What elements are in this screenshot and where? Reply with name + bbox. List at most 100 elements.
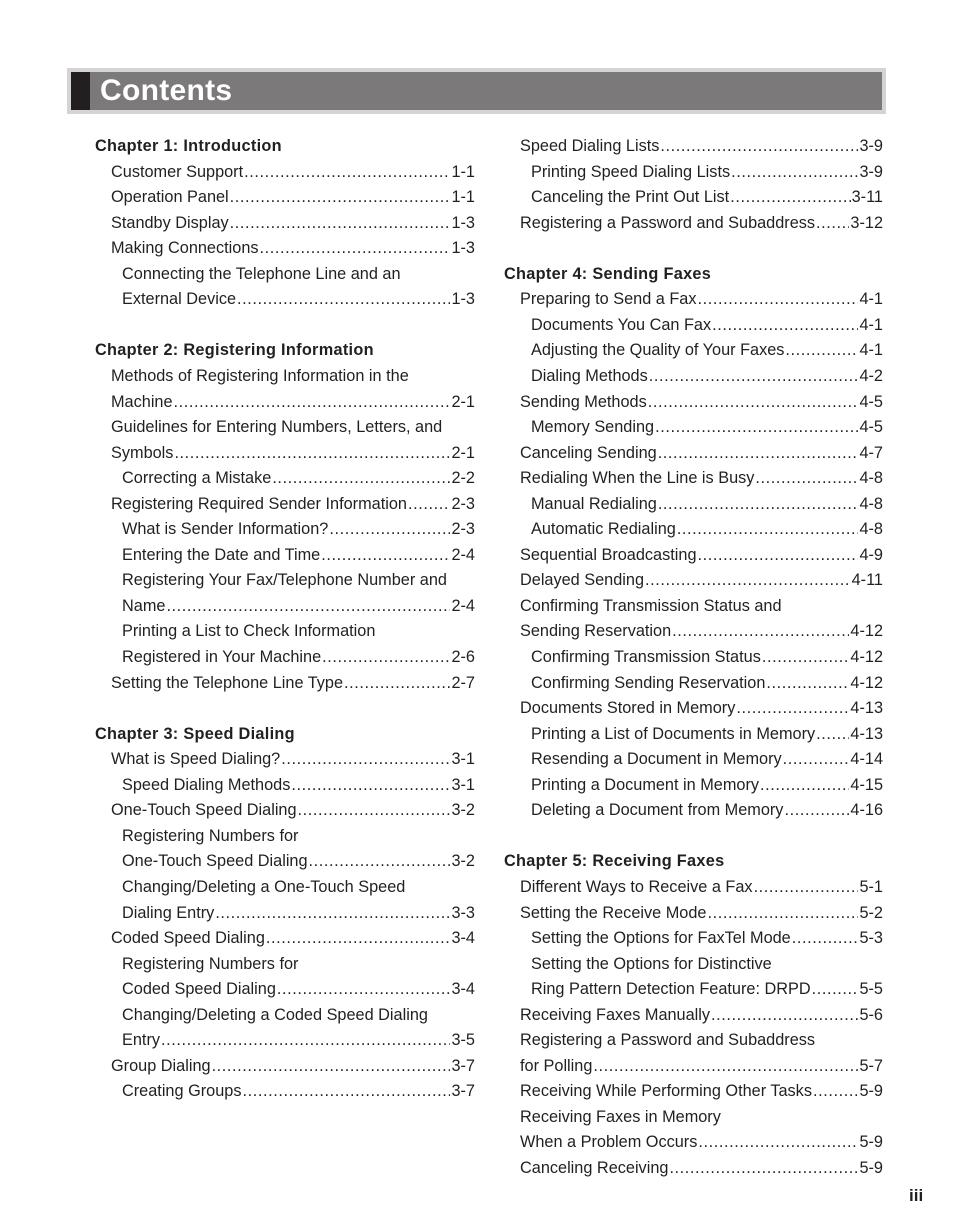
- toc-entry[interactable]: Canceling Sending 4-7: [520, 441, 883, 466]
- toc-entry[interactable]: Printing Speed Dialing Lists 3-9: [531, 160, 883, 185]
- toc-entry[interactable]: One-Touch Speed Dialing 3-2: [122, 849, 475, 874]
- toc-entry[interactable]: Documents You Can Fax 4-1: [531, 313, 883, 338]
- toc-entry[interactable]: for Polling 5-7: [520, 1054, 883, 1079]
- dot-leader: [792, 926, 859, 951]
- toc-page-ref: 5-9: [859, 1133, 883, 1152]
- toc-entry[interactable]: Setting the Telephone Line Type 2-7: [111, 671, 475, 696]
- toc-page-ref: 4-8: [859, 520, 883, 539]
- toc-entry[interactable]: Registering a Password and Subaddress 3-1…: [520, 211, 883, 236]
- toc-entry[interactable]: Canceling Receiving 5-9: [520, 1156, 883, 1181]
- toc-page-ref: 5-6: [859, 1005, 883, 1024]
- toc-entry[interactable]: Redialing When the Line is Busy 4-8: [520, 466, 883, 491]
- toc-entry[interactable]: Entering the Date and Time 2-4: [122, 543, 475, 568]
- toc-entry[interactable]: Setting the Receive Mode 5-2: [520, 901, 883, 926]
- dot-leader: [698, 543, 859, 568]
- toc-entry[interactable]: Confirming Sending Reservation 4-12: [531, 671, 883, 696]
- toc-entry[interactable]: Speed Dialing Lists 3-9: [520, 134, 883, 159]
- toc-entry[interactable]: Resending a Document in Memory 4-14: [531, 747, 883, 772]
- toc-entry-title: Deleting a Document from Memory: [531, 801, 784, 820]
- chapter-heading: Chapter 2: Registering Information: [95, 341, 374, 360]
- banner-accent-block: [71, 72, 90, 110]
- toc-entry[interactable]: Entry 3-5: [122, 1028, 475, 1053]
- toc-entry[interactable]: Receiving Faxes Manually 5-6: [520, 1003, 883, 1028]
- toc-entry[interactable]: Correcting a Mistake 2-2: [122, 466, 475, 491]
- toc-entry[interactable]: Dialing Entry 3-3: [122, 901, 475, 926]
- toc-entry[interactable]: Setting the Options for FaxTel Mode 5-3: [531, 926, 883, 951]
- toc-entry-title: Symbols: [111, 443, 174, 462]
- dot-leader: [655, 415, 858, 440]
- toc-entry[interactable]: Documents Stored in Memory 4-13: [520, 696, 883, 721]
- dot-leader: [660, 134, 858, 159]
- dot-leader: [712, 313, 858, 338]
- chapter-heading: Chapter 5: Receiving Faxes: [504, 852, 725, 871]
- toc-entry-title: Registering Required Sender Information: [111, 494, 407, 513]
- toc-entry[interactable]: Delayed Sending 4-11: [520, 568, 883, 593]
- toc-entry[interactable]: What is Speed Dialing? 3-1: [111, 747, 475, 772]
- toc-page-ref: 5-2: [859, 903, 883, 922]
- dot-leader: [344, 671, 450, 696]
- toc-entry-title: Automatic Redialing: [531, 520, 676, 539]
- toc-entry[interactable]: Dialing Methods 4-2: [531, 364, 883, 389]
- chapter-heading: Chapter 3: Speed Dialing: [95, 724, 295, 743]
- toc-entry[interactable]: Coded Speed Dialing 3-4: [111, 926, 475, 951]
- toc-entry[interactable]: Name 2-4: [122, 594, 475, 619]
- toc-entry[interactable]: Printing a Document in Memory 4-15: [531, 773, 883, 798]
- toc-entry[interactable]: Sending Reservation 4-12: [520, 619, 883, 644]
- toc-entry[interactable]: Automatic Redialing 4-8: [531, 517, 883, 542]
- dot-leader: [298, 798, 451, 823]
- toc-entry[interactable]: When a Problem Occurs 5-9: [520, 1130, 883, 1155]
- toc-entry[interactable]: Deleting a Document from Memory 4-16: [531, 798, 883, 823]
- toc-entry[interactable]: Receiving While Performing Other Tasks 5-…: [520, 1079, 883, 1104]
- toc-page-ref: 4-5: [859, 392, 883, 411]
- toc-entry-title: Manual Redialing: [531, 494, 657, 513]
- toc-entry[interactable]: Adjusting the Quality of Your Faxes 4-1: [531, 338, 883, 363]
- toc-entry[interactable]: Group Dialing 3-7: [111, 1054, 475, 1079]
- toc-entry-title: Different Ways to Receive a Fax: [520, 877, 753, 896]
- toc-entry-title: Sending Methods: [520, 392, 647, 411]
- toc-entry[interactable]: Registered in Your Machine 2-6: [122, 645, 475, 670]
- toc-entry-title: Ring Pattern Detection Feature: DRPD: [531, 980, 811, 999]
- dot-leader: [215, 901, 450, 926]
- toc-page-ref: 1-1: [451, 162, 475, 181]
- toc-entry-title: Name: [122, 596, 166, 615]
- toc-entry[interactable]: Sequential Broadcasting 4-9: [520, 543, 883, 568]
- dot-leader: [648, 390, 859, 415]
- toc-entry[interactable]: Operation Panel 1-1: [111, 185, 475, 210]
- toc-entry[interactable]: What is Sender Information? 2-3: [122, 517, 475, 542]
- dot-leader: [755, 466, 858, 491]
- toc-entry[interactable]: Preparing to Send a Fax 4-1: [520, 287, 883, 312]
- toc-entry[interactable]: Speed Dialing Methods 3-1: [122, 773, 475, 798]
- toc-page-ref: 2-3: [451, 494, 475, 513]
- dot-leader: [669, 1156, 858, 1181]
- toc-entry[interactable]: Symbols 2-1: [111, 441, 475, 466]
- toc-entry[interactable]: External Device 1-3: [122, 287, 475, 312]
- toc-entry-title: Speed Dialing Methods: [122, 775, 291, 794]
- toc-entry[interactable]: Making Connections 1-3: [111, 236, 475, 261]
- toc-entry[interactable]: Standby Display 1-3: [111, 211, 475, 236]
- toc-entry[interactable]: Machine 2-1: [111, 390, 475, 415]
- dot-leader: [658, 441, 859, 466]
- toc-entry[interactable]: Printing a List of Documents in Memory 4-…: [531, 722, 883, 747]
- toc-entry[interactable]: Manual Redialing 4-8: [531, 492, 883, 517]
- toc-page-ref: 4-12: [850, 648, 883, 666]
- toc-entry[interactable]: Canceling the Print Out List 3-11: [531, 185, 883, 210]
- toc-page-ref: 4-1: [859, 290, 883, 309]
- toc-entry[interactable]: Customer Support 1-1: [111, 160, 475, 185]
- toc-page-ref: 3-9: [859, 137, 883, 155]
- toc-entry-text: Connecting the Telephone Line and an: [122, 264, 401, 283]
- dot-leader: [766, 671, 849, 696]
- toc-entry[interactable]: Ring Pattern Detection Feature: DRPD 5-5: [531, 977, 883, 1002]
- dot-leader: [672, 619, 849, 644]
- toc-entry[interactable]: Registering Required Sender Information 2…: [111, 492, 475, 517]
- toc-entry[interactable]: Confirming Transmission Status 4-12: [531, 645, 883, 670]
- dot-leader: [783, 747, 850, 772]
- toc-entry[interactable]: Memory Sending 4-5: [531, 415, 883, 440]
- dot-leader: [237, 287, 450, 312]
- toc-entry[interactable]: Sending Methods 4-5: [520, 390, 883, 415]
- toc-entry[interactable]: Different Ways to Receive a Fax 5-1: [520, 875, 883, 900]
- dot-leader: [174, 390, 451, 415]
- toc-entry[interactable]: Coded Speed Dialing 3-4: [122, 977, 475, 1002]
- toc-entry[interactable]: One-Touch Speed Dialing 3-2: [111, 798, 475, 823]
- toc-entry[interactable]: Creating Groups 3-7: [122, 1079, 475, 1104]
